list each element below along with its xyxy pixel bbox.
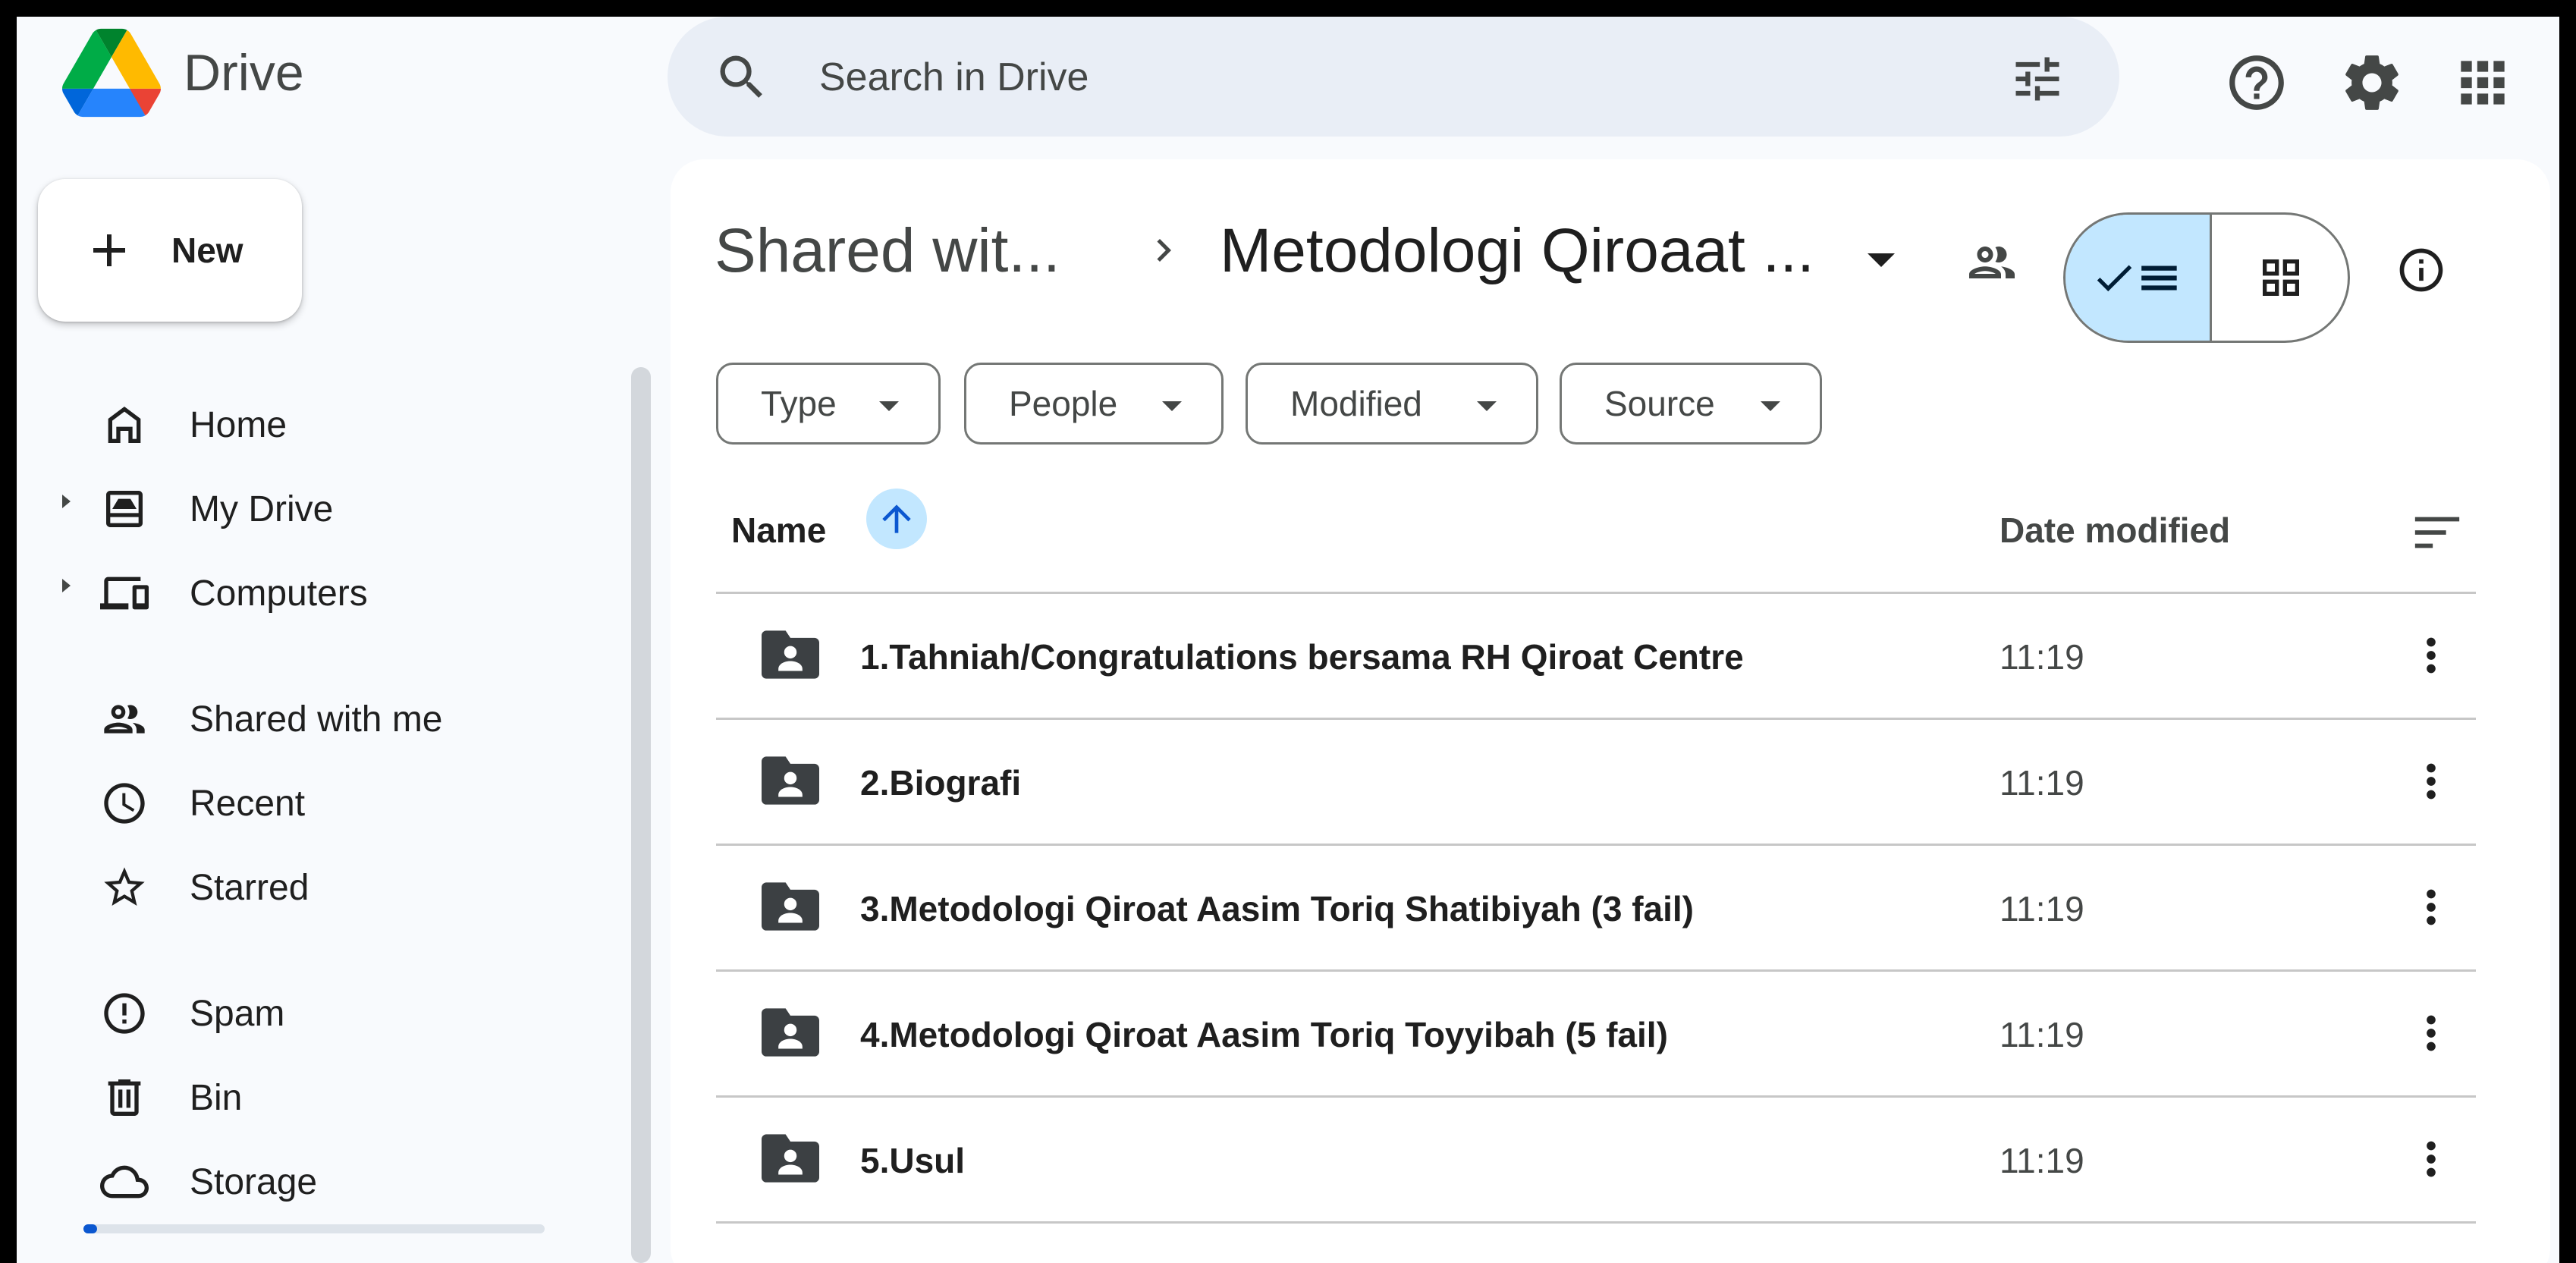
- list-view-button[interactable]: [2066, 215, 2212, 341]
- file-date-modified: 11:19: [2000, 889, 2084, 928]
- clock-icon: [104, 783, 145, 824]
- grid-icon: [2263, 259, 2299, 296]
- settings-gear-icon[interactable]: [2339, 50, 2405, 115]
- dropdown-arrow-icon: [1477, 401, 1497, 411]
- share-people-icon[interactable]: [1965, 235, 2019, 290]
- computers-icon: [100, 577, 149, 610]
- filter-chip-label: Type: [761, 384, 837, 423]
- sidebar-item-label: Bin: [190, 1077, 243, 1118]
- plus-icon: [93, 234, 125, 266]
- more-vert-icon[interactable]: [2405, 629, 2458, 682]
- check-list-icon: [2097, 265, 2177, 292]
- search-bar[interactable]: Search in Drive: [668, 17, 2119, 137]
- file-date-modified: 11:19: [2000, 1015, 2084, 1054]
- file-row[interactable]: 3.Metodologi Qiroat Aasim Toriq Shatibiy…: [716, 846, 2476, 969]
- sidebar-item-home[interactable]: Home: [55, 387, 631, 463]
- sidebar-item-label: Spam: [190, 993, 285, 1034]
- folder-menu-dropdown-icon[interactable]: [1868, 253, 1895, 267]
- star-icon: [104, 867, 145, 906]
- file-date-modified: 11:19: [2000, 763, 2084, 803]
- breadcrumb-parent[interactable]: Shared wit...: [715, 215, 1060, 287]
- info-icon[interactable]: [2395, 244, 2447, 296]
- my-drive-icon: [106, 491, 143, 527]
- chevron-right-icon: [1157, 239, 1171, 262]
- sidebar-item-label: Storage: [190, 1161, 318, 1202]
- file-name: 1.Tahniah/Congratulations bersama RH Qir…: [860, 637, 1744, 677]
- divider: [716, 1221, 2476, 1224]
- sidebar-item-computers[interactable]: Computers: [55, 555, 631, 631]
- file-row[interactable]: 5.Usul 11:19: [716, 1098, 2476, 1221]
- sidebar-item-starred[interactable]: Starred: [55, 850, 631, 925]
- dropdown-arrow-icon: [1761, 401, 1780, 411]
- drive-logo[interactable]: Drive: [62, 27, 304, 118]
- file-name: 4.Metodologi Qiroat Aasim Toriq Toyyibah…: [860, 1015, 1668, 1054]
- sidebar-item-my-drive[interactable]: My Drive: [55, 471, 631, 547]
- sidebar-item-storage[interactable]: Storage: [55, 1144, 631, 1220]
- file-name: 5.Usul: [860, 1141, 966, 1180]
- sidebar-item-bin[interactable]: Bin: [55, 1060, 631, 1136]
- file-date-modified: 11:19: [2000, 637, 2084, 677]
- file-name: 2.Biografi: [860, 763, 1022, 803]
- more-vert-icon[interactable]: [2405, 755, 2458, 808]
- grid-view-button[interactable]: [2212, 215, 2348, 341]
- sort-options-icon[interactable]: [2411, 510, 2464, 555]
- sidebar-item-label: Computers: [190, 573, 368, 614]
- dropdown-arrow-icon: [879, 401, 899, 411]
- spam-icon: [104, 993, 145, 1034]
- app-name: Drive: [184, 44, 304, 102]
- dropdown-arrow-icon: [1162, 401, 1182, 411]
- filter-chip-label: Modified: [1290, 384, 1422, 423]
- shared-folder-icon: [762, 882, 819, 931]
- sidebar-item-shared-with-me[interactable]: Shared with me: [55, 681, 631, 757]
- filter-source-chip[interactable]: Source: [1560, 363, 1822, 445]
- drive-window: Drive Search in Drive New Home My Drive …: [17, 17, 2559, 1263]
- arrow-up-icon: [882, 504, 911, 533]
- home-icon: [108, 407, 141, 443]
- sidebar-scrollbar[interactable]: [631, 367, 651, 1263]
- search-options-icon[interactable]: [2009, 50, 2066, 108]
- column-header-name[interactable]: Name: [731, 510, 826, 551]
- cloud-icon: [100, 1165, 149, 1199]
- more-vert-icon[interactable]: [2405, 881, 2458, 934]
- apps-grid-icon[interactable]: [2450, 50, 2515, 115]
- drive-logo-icon: [62, 28, 161, 118]
- trash-icon: [108, 1079, 141, 1116]
- file-row[interactable]: 1.Tahniah/Congratulations bersama RH Qir…: [716, 594, 2476, 718]
- new-button[interactable]: New: [38, 179, 302, 322]
- shared-folder-icon: [762, 1008, 819, 1057]
- sidebar-item-spam[interactable]: Spam: [55, 976, 631, 1051]
- breadcrumb-current[interactable]: Metodologi Qiroaat ...: [1220, 215, 1814, 287]
- file-list-panel: Shared wit... Metodologi Qiroaat ... Typ…: [671, 159, 2550, 1263]
- filter-type-chip[interactable]: Type: [716, 363, 941, 445]
- view-toggle: [2063, 212, 2350, 343]
- more-vert-icon[interactable]: [2405, 1133, 2458, 1186]
- shared-folder-icon: [762, 630, 819, 679]
- sidebar-item-label: Home: [190, 404, 287, 445]
- search-input[interactable]: Search in Drive: [819, 55, 1089, 100]
- people-icon: [104, 705, 145, 734]
- file-row[interactable]: 2.Biografi 11:19: [716, 720, 2476, 844]
- filter-people-chip[interactable]: People: [964, 363, 1224, 445]
- filter-chip-label: Source: [1604, 384, 1715, 423]
- filter-chip-label: People: [1009, 384, 1118, 423]
- sidebar-item-label: Recent: [190, 783, 306, 824]
- storage-usage-bar: [83, 1224, 545, 1233]
- more-vert-icon[interactable]: [2405, 1007, 2458, 1060]
- column-header-date-modified[interactable]: Date modified: [2000, 510, 2230, 551]
- storage-usage-fill: [83, 1224, 98, 1233]
- sidebar-item-label: Shared with me: [190, 699, 443, 740]
- new-button-label: New: [171, 231, 243, 270]
- help-icon[interactable]: [2224, 50, 2289, 115]
- sidebar-item-recent[interactable]: Recent: [55, 765, 631, 841]
- shared-folder-icon: [762, 756, 819, 805]
- shared-folder-icon: [762, 1134, 819, 1183]
- filter-modified-chip[interactable]: Modified: [1246, 363, 1538, 445]
- search-icon[interactable]: [713, 49, 771, 106]
- sidebar-item-label: Starred: [190, 867, 309, 908]
- file-name: 3.Metodologi Qiroat Aasim Toriq Shatibiy…: [860, 889, 1694, 928]
- sidebar-item-label: My Drive: [190, 489, 334, 529]
- file-date-modified: 11:19: [2000, 1141, 2084, 1180]
- sort-direction-button[interactable]: [866, 489, 927, 549]
- file-row[interactable]: 4.Metodologi Qiroat Aasim Toriq Toyyibah…: [716, 972, 2476, 1095]
